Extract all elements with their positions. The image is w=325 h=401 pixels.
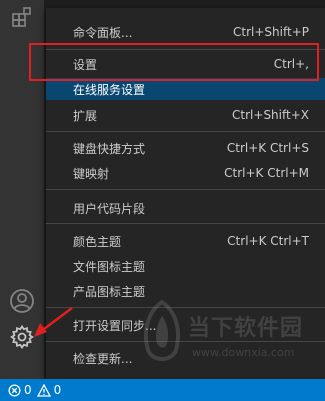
menu-item-shortcut: Ctrl+K Ctrl+M [224, 166, 309, 180]
menu-item-check-updates[interactable]: 检查更新... [46, 346, 325, 370]
menu-item-shortcut: Ctrl+K Ctrl+S [226, 141, 309, 155]
menu-separator [46, 189, 325, 190]
menu-item-shortcut: Ctrl+Shift+X [232, 108, 309, 122]
menu-item-label: 颜色主题 [73, 234, 122, 249]
menu-item-label: 扩展 [73, 108, 98, 123]
menu-item-online-services-settings[interactable]: 在线服务设置 [46, 78, 325, 100]
menu-item-label: 键映射 [73, 166, 110, 181]
menu-item-label: 命令面板... [73, 25, 133, 40]
menu-item-settings-sync[interactable]: 打开设置同步... [46, 313, 325, 337]
menu-item-color-theme[interactable]: 颜色主题 Ctrl+K Ctrl+T [46, 229, 325, 253]
warning-icon [36, 383, 51, 397]
menu-item-label: 在线服务设置 [73, 82, 146, 97]
menu-item-product-icon-theme[interactable]: 产品图标主题 [46, 279, 325, 303]
menu-separator [46, 307, 325, 308]
menu-separator [46, 131, 325, 132]
menu-item-label: 产品图标主题 [73, 284, 146, 299]
account-icon[interactable] [7, 286, 37, 316]
menu-separator [46, 223, 325, 224]
menu-item-label: 文件图标主题 [73, 259, 146, 274]
menu-item-shortcut: Ctrl+K Ctrl+T [227, 234, 309, 248]
menu-item-label: 键盘快捷方式 [73, 141, 146, 156]
status-bar: 0 0 [0, 379, 325, 401]
highlight-box [29, 43, 319, 81]
menu-separator [46, 341, 325, 342]
menu-item-command-palette[interactable]: 命令面板... Ctrl+Shift+P [46, 20, 325, 44]
gear-icon[interactable] [7, 322, 37, 352]
error-icon [8, 383, 21, 397]
menu-item-keymaps[interactable]: 键映射 Ctrl+K Ctrl+M [46, 161, 325, 185]
menu-item-file-icon-theme[interactable]: 文件图标主题 [46, 254, 325, 278]
menu-item-keyboard-shortcuts[interactable]: 键盘快捷方式 Ctrl+K Ctrl+S [46, 136, 325, 160]
error-count: 0 [24, 383, 32, 397]
warning-count: 0 [53, 383, 62, 397]
menu-item-label: 用户代码片段 [73, 201, 146, 216]
menu-item-user-snippets[interactable]: 用户代码片段 [46, 196, 325, 220]
menu-item-extensions[interactable]: 扩展 Ctrl+Shift+X [46, 103, 325, 127]
extensions-icon[interactable] [7, 2, 37, 32]
menu-item-label: 检查更新... [73, 351, 133, 366]
menu-item-shortcut: Ctrl+Shift+P [233, 25, 309, 39]
menu-item-label: 打开设置同步... [73, 318, 157, 333]
problems-indicator[interactable]: 0 0 [8, 383, 61, 397]
